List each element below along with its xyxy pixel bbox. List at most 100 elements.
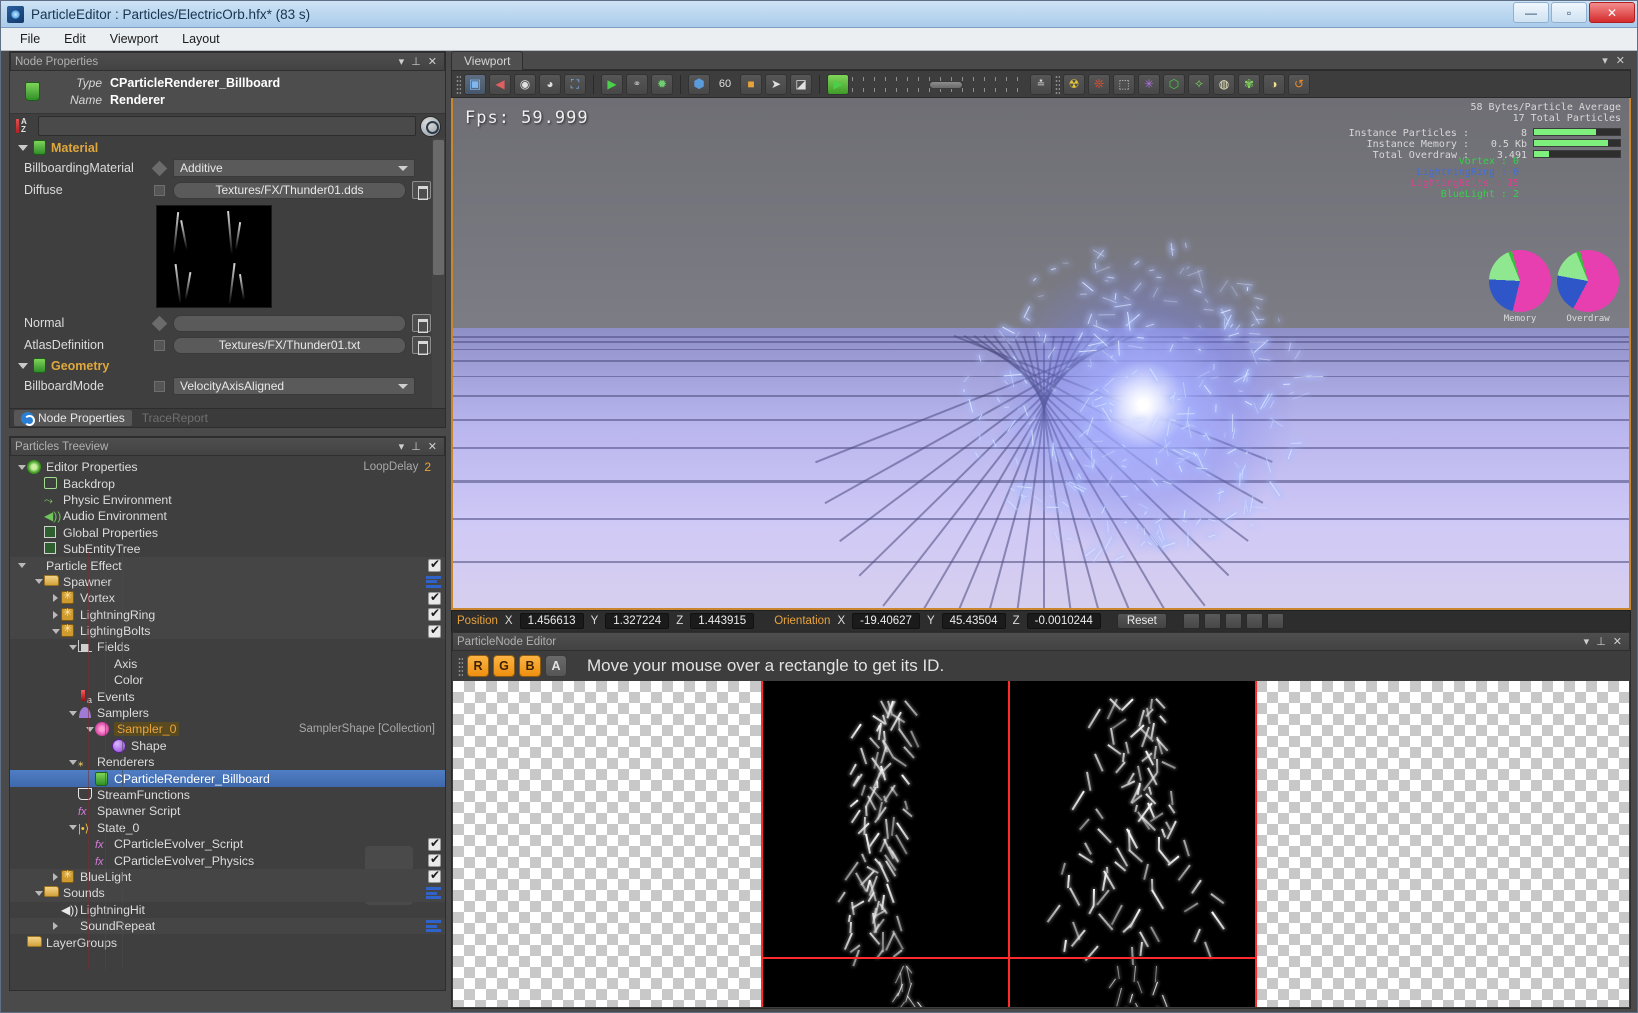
property-group-geometry[interactable]: Geometry: [10, 356, 445, 375]
collapse-icon[interactable]: ▾: [1584, 635, 1590, 648]
fps-limit-label[interactable]: 60: [713, 74, 737, 95]
collapse-icon[interactable]: ▾: [1602, 54, 1608, 67]
tree-row[interactable]: Axis: [10, 656, 445, 873]
chevron-down-icon[interactable]: [33, 890, 44, 896]
position-x-value[interactable]: 1.456613: [519, 613, 584, 629]
chevron-down-icon[interactable]: [33, 579, 44, 585]
chevron-down-icon[interactable]: [16, 563, 27, 569]
tab-viewport[interactable]: Viewport: [451, 51, 524, 70]
keyframe-checkbox-icon[interactable]: [154, 184, 165, 196]
radiation-icon[interactable]: ☢: [1063, 73, 1085, 95]
refresh-orange-icon[interactable]: ↺: [1288, 73, 1310, 95]
property-group-material[interactable]: Material: [10, 138, 445, 157]
tab-node-properties[interactable]: Node Properties: [14, 410, 132, 426]
tree-row[interactable]: ◀)) LightningHit: [10, 902, 445, 918]
gears-icon[interactable]: ✾: [1238, 73, 1260, 95]
snap-icon[interactable]: [1182, 613, 1200, 629]
chevron-down-icon[interactable]: [16, 464, 27, 470]
tree-row[interactable]: Shape: [10, 738, 445, 754]
pivot-icon[interactable]: [1245, 613, 1263, 629]
normal-path-field[interactable]: [173, 314, 406, 332]
diffuse-path-field[interactable]: Textures/FX/Thunder01.dds: [173, 181, 406, 199]
link-icon[interactable]: ⚭: [626, 73, 648, 95]
viewport-canvas[interactable]: Fps: 59.999 58 Bytes/Particle Average 17…: [451, 98, 1631, 610]
chevron-down-icon[interactable]: [67, 644, 78, 650]
tree-row[interactable]: fx CParticleEvolver_Physics: [10, 852, 445, 868]
timeline-menu-icon[interactable]: ≛: [1030, 73, 1052, 95]
tree-row[interactable]: StreamFunctions: [10, 787, 445, 803]
channel-button-r[interactable]: R: [467, 655, 489, 677]
toolbar-grip[interactable]: [458, 656, 463, 676]
play-timeline-icon[interactable]: ▶: [827, 73, 849, 95]
tree-row[interactable]: Events: [10, 688, 445, 705]
keyframe-diamond-icon[interactable]: [151, 315, 168, 331]
toolbar-grip[interactable]: [456, 74, 461, 94]
timeline-knob[interactable]: [929, 80, 963, 89]
camera-icon[interactable]: ◉: [514, 73, 536, 95]
menu-item-edit[interactable]: Edit: [53, 29, 97, 49]
position-z-value[interactable]: 1.443915: [690, 613, 755, 629]
close-icon[interactable]: ✕: [428, 55, 437, 68]
trash-icon[interactable]: [412, 336, 431, 355]
sphere-split-icon[interactable]: ◑: [1263, 73, 1285, 95]
billboardingmaterial-combo[interactable]: Additive: [173, 159, 415, 177]
flame-icon[interactable]: ❊: [1088, 73, 1110, 95]
save-icon[interactable]: ▣: [464, 73, 486, 95]
minimize-button[interactable]: —: [1513, 2, 1549, 23]
play-green-icon[interactable]: ▶: [601, 73, 623, 95]
tree-row[interactable]: SubEntityTree: [10, 541, 445, 557]
tree-row[interactable]: ⁎ Renderers: [10, 754, 445, 770]
tree-row-checkbox[interactable]: [428, 623, 441, 638]
orientation-z-value[interactable]: -0.0010244: [1026, 613, 1101, 629]
property-scrollbar-thumb[interactable]: [433, 140, 444, 275]
tree-row[interactable]: fx Spawner Script: [10, 803, 445, 819]
trash-icon[interactable]: [412, 181, 431, 200]
chevron-down-icon[interactable]: [67, 710, 78, 716]
diffuse-thumbnail[interactable]: [156, 205, 272, 308]
collapse-icon[interactable]: ▾: [399, 55, 405, 68]
layer-list-icon[interactable]: [426, 887, 441, 900]
bug-icon[interactable]: ✹: [651, 73, 673, 95]
chevron-right-icon[interactable]: [50, 610, 61, 619]
billboardmode-combo[interactable]: VelocityAxisAligned: [173, 377, 415, 395]
pin-icon[interactable]: ⊥: [1596, 635, 1606, 648]
menu-item-layout[interactable]: Layout: [171, 29, 231, 49]
property-scrollbar[interactable]: [432, 138, 445, 408]
eye-icon[interactable]: ◕: [539, 73, 561, 95]
tree-row[interactable]: Vortex: [10, 589, 445, 607]
tree-row[interactable]: |•⟩ State_0: [10, 820, 445, 836]
align-icon[interactable]: [1224, 613, 1242, 629]
close-icon[interactable]: ✕: [1613, 635, 1622, 648]
tree-row-checkbox[interactable]: [428, 557, 441, 573]
tree-row-checkbox[interactable]: [428, 590, 441, 605]
globe-icon[interactable]: ✳: [1138, 73, 1160, 95]
menu-item-viewport[interactable]: Viewport: [99, 29, 169, 49]
az-sort-icon[interactable]: AZ: [14, 116, 34, 136]
chevron-down-icon[interactable]: [84, 726, 95, 732]
pin-icon[interactable]: ⊥: [411, 55, 421, 68]
transform-icon[interactable]: ◪: [790, 73, 812, 95]
atlas-canvas[interactable]: [453, 681, 1629, 1007]
tree-row-checkbox[interactable]: [428, 852, 441, 868]
search-icon[interactable]: [420, 115, 441, 137]
chevron-down-icon[interactable]: [67, 759, 78, 765]
channel-button-g[interactable]: G: [493, 655, 515, 677]
layer-list-icon[interactable]: [426, 575, 441, 588]
position-y-value[interactable]: 1.327224: [605, 613, 670, 629]
tree-row[interactable]: Global Properties: [10, 525, 445, 541]
tree-row[interactable]: Backdrop: [10, 475, 445, 491]
menu-item-file[interactable]: File: [9, 29, 51, 49]
toolbar-grip[interactable]: [1055, 74, 1060, 94]
stop-icon[interactable]: ■: [740, 73, 762, 95]
keyframe-checkbox-icon[interactable]: [154, 339, 165, 351]
chevron-right-icon[interactable]: [50, 922, 61, 931]
maximize-button[interactable]: ▫: [1551, 2, 1587, 23]
undo-icon[interactable]: ◀: [489, 73, 511, 95]
tree-row[interactable]: Particle Effect: [10, 557, 445, 574]
property-search-input[interactable]: [38, 116, 416, 136]
tree-row[interactable]: ◀)) Audio Environment: [10, 508, 445, 524]
wire-green-icon[interactable]: ⬡: [1163, 73, 1185, 95]
fit-icon[interactable]: ⛶: [564, 73, 586, 95]
layer-list-icon[interactable]: [426, 920, 441, 933]
bulb-icon[interactable]: ◍: [1213, 73, 1235, 95]
